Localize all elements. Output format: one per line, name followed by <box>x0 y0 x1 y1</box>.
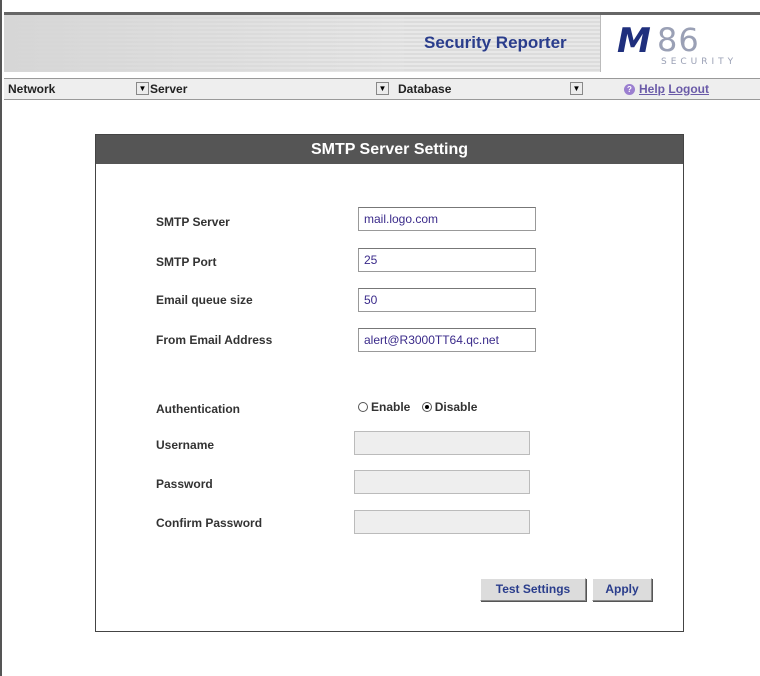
password-label: Password <box>156 477 213 491</box>
queue-size-input[interactable] <box>358 288 536 312</box>
auth-disable-option[interactable]: Disable <box>421 400 478 414</box>
main-menu-bar: Network ▼ Server ▼ Database ▼ ? Help Logo… <box>4 78 760 100</box>
smtp-server-input[interactable] <box>358 207 536 231</box>
auth-enable-radio[interactable] <box>358 402 368 412</box>
menu-network-label: Network <box>8 82 56 96</box>
app-window: Security Reporter M 86 SECURITY Network … <box>0 0 760 676</box>
logo-mark: M <box>617 21 651 61</box>
password-input[interactable] <box>354 470 530 494</box>
menu-server[interactable]: Server ▼ <box>150 79 390 99</box>
company-logo: M 86 SECURITY <box>600 15 760 72</box>
help-logout-links: ? Help Logout <box>624 79 709 99</box>
username-label: Username <box>156 438 215 452</box>
help-link[interactable]: Help <box>639 82 665 96</box>
from-email-label: From Email Address <box>156 333 273 347</box>
auth-enable-label: Enable <box>371 400 411 414</box>
logo-tagline: SECURITY <box>661 57 738 67</box>
auth-disable-radio[interactable] <box>421 402 432 412</box>
smtp-port-input[interactable] <box>358 248 536 272</box>
username-input[interactable] <box>354 431 530 455</box>
from-email-input[interactable] <box>358 328 536 352</box>
smtp-server-label: SMTP Server <box>156 215 230 229</box>
test-settings-button[interactable]: Test Settings <box>480 578 586 601</box>
smtp-port-label: SMTP Port <box>156 255 217 269</box>
confirm-password-label: Confirm Password <box>156 516 263 530</box>
header-banner: Security Reporter M 86 SECURITY <box>4 12 760 72</box>
apply-button[interactable]: Apply <box>592 578 652 601</box>
logout-link[interactable]: Logout <box>668 82 709 96</box>
logo-number: 86 <box>657 21 700 59</box>
header-fade <box>4 15 404 72</box>
smtp-settings-panel: SMTP Server Setting SMTP Server SMTP Por… <box>95 134 684 632</box>
menu-database[interactable]: Database ▼ <box>398 79 598 99</box>
menu-server-label: Server <box>150 82 188 96</box>
chevron-down-icon[interactable]: ▼ <box>136 82 149 95</box>
queue-size-label: Email queue size <box>156 293 253 307</box>
chevron-down-icon[interactable]: ▼ <box>570 82 583 95</box>
menu-database-label: Database <box>398 82 452 96</box>
auth-enable-option[interactable]: Enable <box>358 400 410 414</box>
help-icon: ? <box>624 84 635 96</box>
auth-disable-label: Disable <box>434 400 478 414</box>
confirm-password-input[interactable] <box>354 510 530 534</box>
menu-network[interactable]: Network ▼ <box>8 79 149 99</box>
authentication-radio-group: Enable Disable <box>358 400 485 415</box>
panel-title: SMTP Server Setting <box>96 135 683 164</box>
app-title: Security Reporter <box>424 33 567 52</box>
chevron-down-icon[interactable]: ▼ <box>376 82 389 95</box>
authentication-label: Authentication <box>156 402 240 416</box>
